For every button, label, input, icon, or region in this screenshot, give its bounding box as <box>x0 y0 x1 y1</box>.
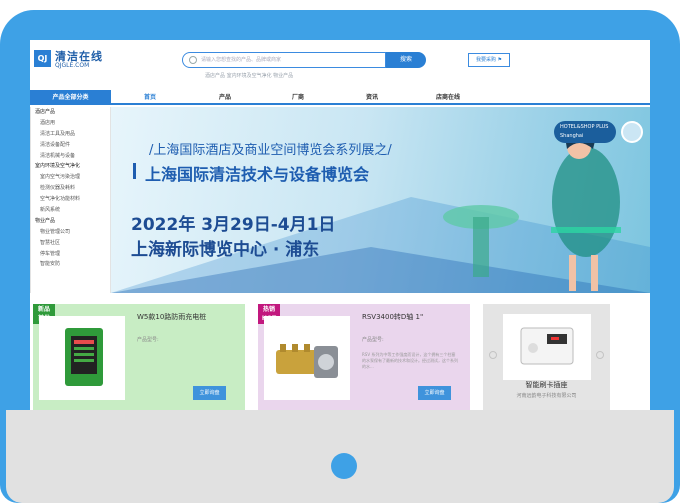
sidebar-item[interactable]: 酒店用 <box>31 118 110 129</box>
main-nav: 产品全部分类 首页 产品 厂商 资讯 店商在线 <box>30 90 650 105</box>
badge-line: 热销 <box>262 306 275 313</box>
inquire-button[interactable]: 立即询盘 <box>193 386 226 400</box>
nav-item-shop-online[interactable]: 店商在线 <box>418 90 478 105</box>
hotel-shop-plus-logo: HOTEL&SHOP PLUS Shanghai <box>554 121 616 143</box>
sidebar-item[interactable]: 新风系统 <box>31 205 110 216</box>
charging-pile-icon <box>65 328 103 386</box>
product-card[interactable]: 热销 HOT RSV3400转D轴 1" 产品型号: RSV 系列为中等工作强 <box>258 304 470 410</box>
carousel-prev-icon[interactable] <box>489 351 497 359</box>
inquire-button[interactable]: 立即询盘 <box>418 386 451 400</box>
banner-venue: 上海新际博览中心 · 浦东 <box>131 240 320 260</box>
sidebar-item[interactable]: 清洁工具及用品 <box>31 129 110 140</box>
site-logo-domain: QJGLE.COM <box>55 62 90 69</box>
nav-item-home[interactable]: 首页 <box>120 90 180 105</box>
sidebar-item[interactable]: 智能安防 <box>31 259 110 270</box>
sidebar-item[interactable]: 室内空气污染治理 <box>31 172 110 183</box>
product-model: 产品型号: <box>137 337 159 343</box>
product-model: 产品型号: <box>362 337 384 343</box>
pump-icon <box>276 344 338 378</box>
sidebar-item[interactable]: 清洁设备配件 <box>31 140 110 151</box>
carousel-next-icon[interactable] <box>596 351 604 359</box>
expo-banner[interactable]: /上海国际酒店及商业空间博览会系列展之/ 上海国际清洁技术与设备博览会 2022… <box>111 107 650 293</box>
product-company[interactable]: 河南远韵电子科技有限公司 <box>483 392 610 399</box>
search-input[interactable]: 请输入您想查找的产品、品牌或商家 <box>182 52 386 68</box>
sidebar-item[interactable]: 空气净化功能材料 <box>31 194 110 205</box>
product-description: RSV 系列为中等工作强度而设计，这个拥有三个柱塞的水泵保有了最新的技术和设计。… <box>362 352 458 369</box>
logo-subtext: Shanghai <box>560 133 584 139</box>
home-button-icon[interactable] <box>331 453 357 479</box>
sidebar-item[interactable]: 清洁机械与设备 <box>31 151 110 162</box>
logo-text: HOTEL&SHOP PLUS <box>560 124 609 130</box>
nav-item-products[interactable]: 产品 <box>195 90 255 105</box>
sidebar-item[interactable]: 物业产品 <box>31 216 110 227</box>
hot-keywords[interactable]: 酒店产品 室内环境及空气净化 物业产品 <box>205 72 293 79</box>
category-sidebar: 酒店产品 酒店用 清洁工具及用品 清洁设备配件 清洁机械与设备 室内环境及空气净… <box>30 107 111 293</box>
sidebar-item[interactable]: 停车管理 <box>31 249 110 260</box>
buy-request-button[interactable]: 我要采购 ⚑ <box>468 53 510 67</box>
product-card[interactable]: 新品 首发 W5款10路防雨充电桩 产品型号: 立即询盘 <box>33 304 245 410</box>
product-card[interactable]: 智能刷卡插座 河南远韵电子科技有限公司 <box>483 304 610 410</box>
sidebar-item[interactable]: 酒店产品 <box>31 107 110 118</box>
nav-item-news[interactable]: 资讯 <box>342 90 402 105</box>
product-image[interactable] <box>264 316 350 400</box>
search-button[interactable]: 搜索 <box>386 52 426 68</box>
banner-date: 2022年 3月29日-4月1日 <box>131 215 336 235</box>
sidebar-item[interactable]: 室内环境及空气净化 <box>31 161 110 172</box>
buy-request-label: 我要采购 <box>475 57 496 63</box>
sidebar-item[interactable]: 检测仪器及耗料 <box>31 183 110 194</box>
product-title[interactable]: W5款10路防雨充电桩 <box>137 312 206 322</box>
expo-logo-icon <box>621 121 643 143</box>
site-logo-mark[interactable]: QJ <box>34 50 51 67</box>
banner-accent-bar <box>133 163 136 179</box>
badge-line: 新品 <box>37 306 50 313</box>
card-switch-socket-icon <box>520 327 574 365</box>
search-icon <box>189 56 197 64</box>
product-image[interactable] <box>503 314 591 380</box>
tablet-frame: QJ 清洁在线 QJGLE.COM 请输入您想查找的产品、品牌或商家 搜索 酒店… <box>0 10 680 503</box>
screen: QJ 清洁在线 QJGLE.COM 请输入您想查找的产品、品牌或商家 搜索 酒店… <box>30 40 650 412</box>
nav-item-manufacturers[interactable]: 厂商 <box>268 90 328 105</box>
product-title[interactable]: RSV3400转D轴 1" <box>362 312 423 322</box>
sidebar-item[interactable]: 物业管理公司 <box>31 227 110 238</box>
product-title[interactable]: 智能刷卡插座 <box>483 380 610 390</box>
all-categories-button[interactable]: 产品全部分类 <box>30 90 111 105</box>
sidebar-item[interactable]: 智慧社区 <box>31 238 110 249</box>
product-image[interactable] <box>39 316 125 400</box>
search-placeholder: 请输入您想查找的产品、品牌或商家 <box>201 57 282 63</box>
product-cards: 新品 首发 W5款10路防雨充电桩 产品型号: 立即询盘 <box>30 304 650 412</box>
banner-subtitle: /上海国际酒店及商业空间博览会系列展之/ <box>149 143 392 158</box>
banner-title: 上海国际清洁技术与设备博览会 <box>145 165 370 184</box>
